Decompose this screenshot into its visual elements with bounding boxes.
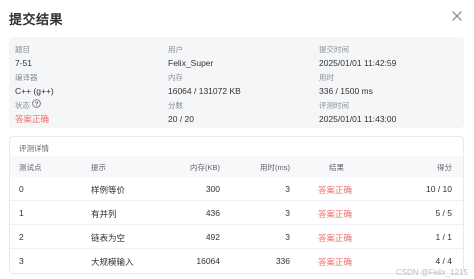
case-memory: 300 [205, 184, 220, 194]
status-label-row: 状态 [15, 99, 155, 111]
close-icon[interactable] [450, 9, 464, 23]
memory-field: 内存 16064 / 131072 KB [168, 73, 308, 97]
table-row: 0 样例等价 300 3 答案正确 10 / 10 [10, 177, 463, 201]
case-id: 3 [19, 256, 24, 266]
time-field: 用时 336 / 1500 ms [319, 73, 459, 97]
case-memory: 16064 [196, 256, 220, 266]
status-field: 状态 答案正确 [15, 99, 155, 125]
compiler-label: 编译器 [15, 73, 38, 82]
judge-time-field: 评测时间 2025/01/01 11:43:00 [319, 101, 459, 125]
case-hint: 大规模输入 [91, 257, 134, 267]
case-memory: 492 [205, 232, 220, 242]
case-score: 10 / 10 [426, 184, 452, 194]
submission-result-dialog: 提交结果 题目 7-51 编译器 C++ (g++) 状态 答案正确 用户 Fe… [0, 0, 474, 279]
compiler-value: C++ (g++) [15, 86, 54, 96]
details-title: 评测详情 [19, 144, 49, 153]
user-value: Felix_Super [168, 58, 214, 68]
column-header-result: 结果 [329, 163, 344, 172]
dialog-header: 提交结果 [0, 0, 474, 34]
memory-value: 16064 / 131072 KB [168, 86, 241, 96]
case-hint: 样例等价 [91, 185, 126, 195]
case-time: 336 [275, 256, 290, 266]
score-field: 分数 20 / 20 [168, 101, 308, 125]
submit-time-value: 2025/01/01 11:42:59 [319, 58, 397, 68]
case-result: 答案正确 [318, 209, 353, 219]
case-time: 3 [285, 184, 290, 194]
case-hint: 链表为空 [91, 233, 126, 243]
column-header-score: 得分 [437, 163, 452, 172]
judge-details-card: 评测详情 测试点 提示 内存(KB) 用时(ms) 结果 得分 0 样例等价 3… [9, 136, 464, 274]
case-id: 2 [19, 232, 24, 242]
score-label: 分数 [168, 101, 183, 110]
table-header: 测试点 提示 内存(KB) 用时(ms) 结果 得分 [10, 156, 463, 177]
submit-time-field: 提交时间 2025/01/01 11:42:59 [319, 45, 459, 69]
problem-field: 题目 7-51 [15, 45, 155, 69]
summary-card: 题目 7-51 编译器 C++ (g++) 状态 答案正确 用户 Felix_S… [9, 37, 464, 128]
judge-time-label: 评测时间 [319, 101, 349, 110]
case-memory: 436 [205, 208, 220, 218]
case-result: 答案正确 [318, 233, 353, 243]
help-circle-icon[interactable] [32, 99, 41, 111]
column-header-hint: 提示 [91, 163, 106, 172]
case-score: 5 / 5 [435, 208, 452, 218]
table-row: 1 有并列 436 3 答案正确 5 / 5 [10, 201, 463, 225]
case-time: 3 [285, 208, 290, 218]
score-value: 20 / 20 [168, 114, 194, 124]
case-score: 4 / 4 [435, 256, 452, 266]
table-row: 2 链表为空 492 3 答案正确 1 / 1 [10, 225, 463, 249]
status-value: 答案正确 [15, 114, 50, 124]
time-label: 用时 [319, 73, 334, 82]
column-header-case: 测试点 [19, 163, 42, 172]
time-value: 336 / 1500 ms [319, 86, 373, 96]
case-id: 0 [19, 184, 24, 194]
problem-value: 7-51 [15, 58, 33, 68]
user-label: 用户 [168, 45, 183, 54]
memory-label: 内存 [168, 73, 183, 82]
compiler-field: 编译器 C++ (g++) [15, 73, 155, 97]
status-label: 状态 [15, 101, 30, 110]
case-result: 答案正确 [318, 185, 353, 195]
watermark: CSDN @Felix_1215 [395, 268, 468, 277]
case-hint: 有并列 [91, 209, 117, 219]
submit-time-label: 提交时间 [319, 45, 349, 54]
case-result: 答案正确 [318, 257, 353, 267]
column-header-memory: 内存(KB) [190, 163, 220, 172]
case-id: 1 [19, 208, 24, 218]
column-header-time: 用时(ms) [260, 163, 290, 172]
problem-label: 题目 [15, 45, 30, 54]
user-field: 用户 Felix_Super [168, 45, 308, 69]
case-score: 1 / 1 [435, 232, 452, 242]
case-time: 3 [285, 232, 290, 242]
judge-time-value: 2025/01/01 11:43:00 [319, 114, 397, 124]
dialog-title: 提交结果 [9, 12, 64, 27]
